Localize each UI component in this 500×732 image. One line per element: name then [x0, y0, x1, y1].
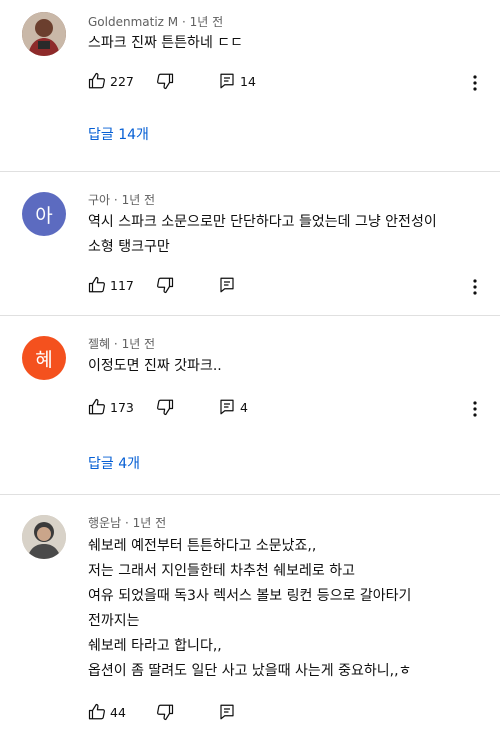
more-vert-icon — [473, 401, 477, 417]
avatar-letter: 혜 — [35, 348, 53, 371]
like-button[interactable]: 44 — [88, 703, 126, 721]
like-count: 173 — [110, 399, 134, 415]
avatar[interactable]: 혜 — [22, 336, 66, 380]
avatar-photo-icon — [22, 515, 66, 559]
comment-thread: 혜 젤혜 · 1년 전 이정도면 진짜 갓파크.. 173 4 답글 4개 — [0, 316, 500, 492]
comment-icon — [220, 704, 234, 720]
comment-line: 여유 되었을때 독3사 렉서스 볼보 링컨 등으로 갈아타기 — [88, 588, 412, 604]
comment-meta: Goldenmatiz M · 1년 전 — [88, 13, 223, 30]
comment-meta: 젤혜 · 1년 전 — [88, 335, 155, 352]
comment-thread: Goldenmatiz M · 1년 전 스파크 진짜 튼튼하네 ㄷㄷ 227 … — [0, 0, 500, 170]
more-options-button[interactable] — [468, 278, 482, 300]
reply-count: 14 — [240, 73, 256, 89]
comment-line: 전까지는 — [88, 613, 140, 629]
comment-text: 이정도면 진짜 갓파크.. — [88, 354, 222, 379]
comment-text: 스파크 진짜 튼튼하네 ㄷㄷ — [88, 31, 243, 56]
comment-line: 역시 스파크 소문으로만 단단하다고 들었는데 그냥 안전성이 — [88, 214, 437, 230]
comment-time[interactable]: 1년 전 — [122, 193, 156, 207]
comment-author[interactable]: 구아 — [88, 193, 110, 207]
like-button[interactable]: 227 — [88, 72, 134, 90]
like-button[interactable]: 173 — [88, 398, 134, 416]
like-count: 227 — [110, 73, 134, 89]
thumbs-up-icon — [88, 703, 105, 720]
view-replies-link[interactable]: 답글 4개 — [88, 453, 140, 473]
avatar[interactable] — [22, 515, 66, 559]
comment-actions: 227 14 — [88, 72, 488, 94]
comment-text: 역시 스파크 소문으로만 단단하다고 들었는데 그냥 안전성이 소형 탱크구만 — [88, 210, 437, 260]
dislike-button[interactable] — [156, 398, 174, 416]
comment-thread: 아 구아 · 1년 전 역시 스파크 소문으로만 단단하다고 들었는데 그냥 안… — [0, 172, 500, 310]
thumbs-down-icon — [157, 277, 174, 294]
comment-meta: 행운남 · 1년 전 — [88, 514, 166, 531]
thumbs-down-icon — [157, 399, 174, 416]
avatar[interactable] — [22, 12, 66, 56]
thumbs-up-icon — [88, 276, 105, 293]
view-replies-link[interactable]: 답글 14개 — [88, 124, 149, 144]
like-count: 44 — [110, 704, 126, 720]
thumbs-down-icon — [157, 704, 174, 721]
meta-separator: · — [113, 193, 122, 207]
comment-line: 스파크 진짜 튼튼하네 ㄷㄷ — [88, 35, 244, 51]
comment-icon — [220, 277, 234, 293]
avatar-letter: 아 — [35, 204, 53, 227]
avatar-photo-icon — [22, 12, 66, 56]
like-count: 117 — [110, 277, 134, 293]
meta-separator: · — [181, 15, 190, 29]
reply-button[interactable]: 4 — [218, 398, 248, 416]
dislike-button[interactable] — [156, 72, 174, 90]
reply-count: 4 — [240, 399, 248, 415]
comment-text: 쉐보레 예전부터 튼튼하다고 소문났죠,, 저는 그래서 지인들한테 차추천 쉐… — [88, 534, 411, 684]
comment-line: 소형 탱크구만 — [88, 239, 170, 255]
thumbs-down-icon — [157, 73, 174, 90]
reply-button[interactable] — [218, 276, 236, 294]
more-options-button[interactable] — [468, 74, 482, 96]
reply-button[interactable]: 14 — [218, 72, 256, 90]
comment-line: 쉐보레 예전부터 튼튼하다고 소문났죠,, — [88, 538, 317, 554]
comment-line: 이정도면 진짜 갓파크.. — [88, 358, 222, 374]
meta-separator: · — [124, 516, 133, 530]
comment-line: 쉐보레 타라고 합니다,, — [88, 638, 222, 654]
comment-line: 옵션이 좀 딸려도 일단 사고 났을때 사는게 중요하니,,ㅎ — [88, 663, 412, 679]
dislike-button[interactable] — [156, 703, 174, 721]
comment-author[interactable]: 젤혜 — [88, 337, 110, 351]
comment-time[interactable]: 1년 전 — [122, 337, 156, 351]
dislike-button[interactable] — [156, 276, 174, 294]
comment-author[interactable]: Goldenmatiz M — [88, 15, 178, 29]
comment-time[interactable]: 1년 전 — [190, 15, 224, 29]
comment-actions: 44 — [88, 703, 488, 725]
comment-thread: 행운남 · 1년 전 쉐보레 예전부터 튼튼하다고 소문났죠,, 저는 그래서 … — [0, 495, 500, 732]
comment-meta: 구아 · 1년 전 — [88, 191, 155, 208]
thumbs-up-icon — [88, 398, 105, 415]
thumbs-up-icon — [88, 72, 105, 89]
reply-button[interactable] — [218, 703, 236, 721]
comment-icon — [220, 399, 234, 415]
comment-actions: 117 — [88, 276, 488, 298]
more-options-button[interactable] — [468, 400, 482, 422]
comment-time[interactable]: 1년 전 — [133, 516, 167, 530]
comment-author[interactable]: 행운남 — [88, 516, 121, 530]
comment-actions: 173 4 — [88, 398, 488, 420]
more-vert-icon — [473, 75, 477, 91]
like-button[interactable]: 117 — [88, 276, 134, 294]
comment-line: 저는 그래서 지인들한테 차추천 쉐보레로 하고 — [88, 563, 355, 579]
more-vert-icon — [473, 279, 477, 295]
meta-separator: · — [113, 337, 122, 351]
avatar[interactable]: 아 — [22, 192, 66, 236]
comment-icon — [220, 73, 234, 89]
